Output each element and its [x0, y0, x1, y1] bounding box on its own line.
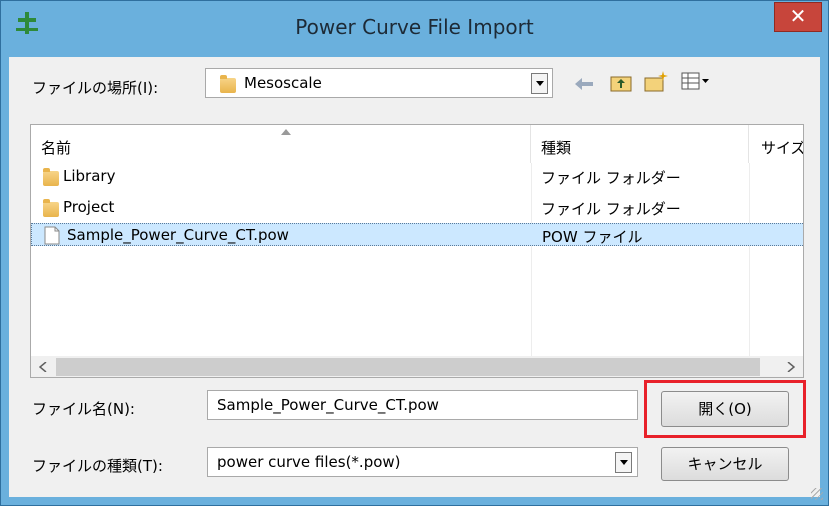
- folder-icon: [43, 199, 59, 217]
- cancel-button[interactable]: キャンセル: [661, 447, 789, 481]
- scrollbar-thumb[interactable]: [56, 358, 760, 376]
- scroll-left-icon[interactable]: [39, 362, 47, 372]
- file-name: Project: [63, 198, 115, 216]
- location-label: ファイルの場所(I):: [32, 79, 159, 97]
- window-title: Power Curve File Import: [295, 15, 534, 39]
- folder-icon: [43, 168, 59, 186]
- location-dropdown-arrow[interactable]: [531, 73, 548, 94]
- column-header-type[interactable]: 種類: [531, 125, 749, 163]
- new-folder-icon[interactable]: [643, 70, 669, 92]
- title-bar[interactable]: Power Curve File Import ✕: [0, 0, 829, 58]
- file-type: ファイル フォルダー: [541, 169, 681, 187]
- file-list[interactable]: 名前 種類 サイズ Library ファイル フォルダー Project ファイ…: [30, 124, 804, 378]
- filename-label: ファイル名(N):: [32, 400, 135, 418]
- list-item-selected[interactable]: Sample_Power_Curve_CT.pow POW ファイル: [31, 223, 803, 246]
- close-icon: ✕: [789, 4, 807, 28]
- file-import-dialog: Power Curve File Import ✕ ファイルの場所(I): Me…: [0, 0, 829, 506]
- highlight-box: [644, 380, 806, 438]
- file-name: Sample_Power_Curve_CT.pow: [67, 226, 289, 244]
- filetype-combo[interactable]: power curve files(*.pow): [207, 447, 638, 477]
- column-header-size[interactable]: サイズ: [749, 125, 803, 163]
- back-arrow-icon[interactable]: [574, 77, 594, 91]
- file-name: Library: [63, 167, 116, 185]
- column-divider: [531, 163, 532, 356]
- view-menu-icon[interactable]: [681, 71, 711, 91]
- location-value: Mesoscale: [244, 74, 322, 92]
- scroll-right-icon[interactable]: [787, 362, 795, 372]
- filename-value: Sample_Power_Curve_CT.pow: [217, 396, 439, 414]
- filetype-dropdown-arrow[interactable]: [615, 452, 632, 473]
- resize-grip[interactable]: [811, 488, 823, 500]
- filetype-label: ファイルの種類(T):: [32, 457, 163, 475]
- location-combo[interactable]: Mesoscale: [205, 68, 553, 98]
- filename-input[interactable]: Sample_Power_Curve_CT.pow: [207, 390, 638, 420]
- file-icon: [44, 226, 60, 245]
- filetype-value: power curve files(*.pow): [217, 453, 401, 471]
- horizontal-scrollbar[interactable]: [31, 356, 803, 377]
- list-item[interactable]: Project ファイル フォルダー: [31, 196, 803, 219]
- list-item[interactable]: Library ファイル フォルダー: [31, 165, 803, 188]
- file-type: POW ファイル: [542, 228, 643, 246]
- column-divider: [749, 163, 750, 356]
- close-button[interactable]: ✕: [774, 2, 822, 32]
- folder-icon: [220, 75, 236, 93]
- column-header-name[interactable]: 名前: [31, 125, 531, 163]
- up-folder-icon[interactable]: [610, 72, 632, 92]
- sort-ascending-icon: [281, 129, 291, 135]
- file-type: ファイル フォルダー: [541, 200, 681, 218]
